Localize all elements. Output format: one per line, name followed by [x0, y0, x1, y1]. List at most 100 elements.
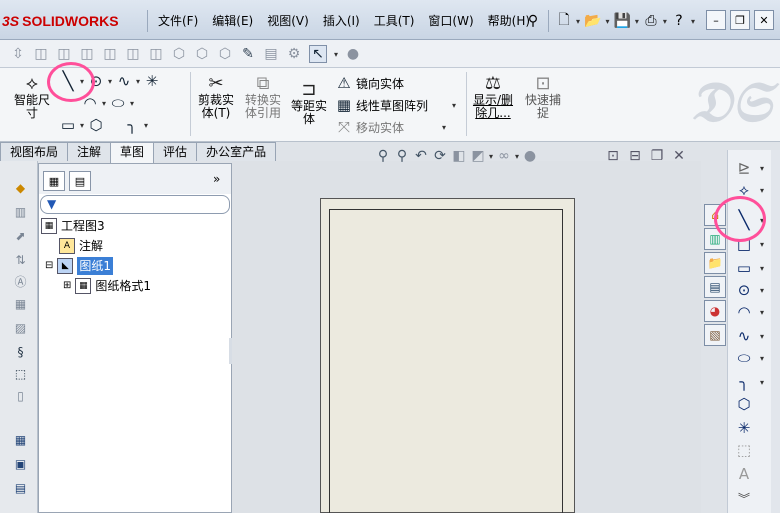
auxiliary-view-icon[interactable]: ⬈	[12, 227, 29, 244]
vertical-scrollbar[interactable]	[771, 150, 780, 513]
hide-show-icon[interactable]: ∞	[496, 148, 512, 164]
property-tab-icon[interactable]: ▤	[69, 171, 91, 191]
close-doc-icon[interactable]: ✕	[671, 148, 687, 164]
restore-icon[interactable]: ❐	[730, 10, 750, 30]
custom-properties-icon[interactable]: ▧	[704, 324, 726, 346]
view-palette-icon[interactable]: ▤	[704, 276, 726, 298]
zoom-to-area-icon[interactable]: ⚲	[394, 148, 410, 164]
arc-tool-icon[interactable]: ◠	[732, 302, 756, 322]
tab-evaluate[interactable]: 评估	[153, 142, 198, 161]
tab-view-layout[interactable]: 视图布局	[0, 142, 69, 161]
slot-icon[interactable]: ▭	[58, 115, 78, 135]
trim-entities-button[interactable]: ✂ 剪裁实 体(T)	[196, 74, 236, 120]
feature-tree-tab-icon[interactable]: ▦	[43, 171, 65, 191]
filter-input[interactable]: ▼	[40, 195, 230, 214]
spline-icon[interactable]: ∿	[114, 71, 134, 91]
polygon-icon[interactable]: ⬡	[86, 115, 106, 135]
print-icon[interactable]: ⎙	[643, 11, 659, 31]
tree-root[interactable]: ▦ 工程图3	[41, 217, 105, 235]
dimetric-icon[interactable]: ⬡	[217, 46, 233, 62]
close-icon[interactable]: ✕	[754, 10, 774, 30]
broken-out-section-icon[interactable]: ▨	[12, 319, 29, 336]
isometric-icon[interactable]: ⬡	[171, 46, 187, 62]
tab-sketch[interactable]: 草图	[110, 142, 155, 163]
pin-icon[interactable]: ⚲	[525, 11, 541, 31]
point-icon[interactable]: ✳	[142, 71, 162, 91]
table-icon[interactable]: ▦	[12, 431, 29, 448]
bom-icon[interactable]: ▣	[12, 455, 29, 472]
save-icon[interactable]: 💾	[613, 11, 630, 31]
convert-entities-button[interactable]: ⧉ 转换实 体引用	[242, 74, 284, 120]
centerline-icon[interactable]: ⬚	[732, 440, 756, 460]
section-view-icon[interactable]: ⇅	[12, 251, 29, 268]
back-view-icon[interactable]: ◫	[56, 46, 72, 62]
scene-icon[interactable]: ●	[522, 148, 538, 164]
appearance-icon[interactable]: ●	[345, 46, 361, 62]
front-view-icon[interactable]: ◫	[33, 46, 49, 62]
polygon-tool-icon[interactable]: ⬡	[732, 394, 756, 414]
new-doc-icon[interactable]: 🗋	[556, 11, 572, 31]
move-entities-button[interactable]: ⤧ 移动实体 ▾	[334, 117, 446, 137]
display-style-icon[interactable]: ◩	[470, 148, 486, 164]
right-view-icon[interactable]: ◫	[102, 46, 118, 62]
tree-item-annotations[interactable]: A 注解	[59, 237, 103, 255]
ellipse-icon[interactable]: ⬭	[108, 93, 128, 113]
projected-view-icon[interactable]: ▥	[12, 203, 29, 220]
expand-icon[interactable]: »	[213, 172, 220, 186]
layer-icon[interactable]: ▤	[263, 46, 279, 62]
expand-node-icon[interactable]: ⊞	[63, 277, 71, 295]
alternate-position-icon[interactable]: ▯	[12, 387, 29, 404]
circle-tool-icon[interactable]: ⊙	[732, 280, 756, 300]
open-folder-icon[interactable]: 📂	[584, 11, 601, 31]
fillet-icon[interactable]: ╮	[122, 115, 142, 135]
top-view-icon[interactable]: ◫	[125, 46, 141, 62]
minimize-doc-icon[interactable]: ⊟	[627, 148, 643, 164]
tab-office-products[interactable]: 办公室产品	[196, 142, 277, 161]
trimetric-icon[interactable]: ⬡	[194, 46, 210, 62]
smart-dimension-button[interactable]: ⟡ 智能尺 寸	[12, 74, 52, 120]
detail-view-icon[interactable]: Ⓐ	[12, 273, 29, 290]
tab-annotation[interactable]: 注解	[67, 142, 112, 161]
menu-tools[interactable]: 工具(T)	[367, 8, 422, 34]
zoom-to-fit-icon[interactable]: ⚲	[375, 148, 391, 164]
pen-icon[interactable]: ✎	[240, 46, 256, 62]
more-tools-icon[interactable]: ︾	[732, 488, 756, 508]
menu-view[interactable]: 视图(V)	[260, 8, 316, 34]
mirror-entities-button[interactable]: ⚠ 镜向实体	[334, 73, 404, 93]
restore-doc-icon[interactable]: ❐	[649, 148, 665, 164]
menu-edit[interactable]: 编辑(E)	[205, 8, 260, 34]
crop-view-icon[interactable]: ⬚	[12, 365, 29, 382]
left-view-icon[interactable]: ◫	[79, 46, 95, 62]
fillet-tool-icon[interactable]: ╮	[732, 372, 756, 392]
select-arrow-icon[interactable]: ↖	[309, 45, 327, 63]
standard-3-view-icon[interactable]: ▦	[12, 295, 29, 312]
tree-item-sheet[interactable]: ⊟ ◣ 图纸1	[45, 257, 114, 275]
rebuild-icon[interactable]: ⚙	[286, 46, 302, 62]
normal-to-icon[interactable]: ⇳	[10, 46, 26, 62]
break-icon[interactable]: §	[12, 343, 29, 360]
slot-tool-icon[interactable]: ▭	[732, 258, 756, 278]
point-tool-icon[interactable]: ✳	[732, 418, 756, 438]
model-view-icon[interactable]: ◆	[12, 179, 29, 196]
bottom-view-icon[interactable]: ◫	[148, 46, 164, 62]
menu-file[interactable]: 文件(F)	[151, 8, 205, 34]
file-explorer-icon[interactable]: 📁	[704, 252, 726, 274]
menu-window[interactable]: 窗口(W)	[421, 8, 480, 34]
menu-insert[interactable]: 插入(I)	[316, 8, 367, 34]
sketch-icon[interactable]: ⊵	[732, 158, 756, 178]
linear-pattern-button[interactable]: ▦ 线性草图阵列 ▾	[334, 95, 456, 115]
offset-entities-button[interactable]: ⊐ 等距实 体	[288, 80, 330, 126]
hole-table-icon[interactable]: ▤	[12, 479, 29, 496]
ellipse-tool-icon[interactable]: ⬭	[732, 348, 756, 368]
spline-tool-icon[interactable]: ∿	[732, 326, 756, 346]
section-icon[interactable]: ◧	[451, 148, 467, 164]
minimize-icon[interactable]: –	[706, 10, 726, 30]
tile-icon[interactable]: ⊡	[605, 148, 621, 164]
help-icon[interactable]: ?	[671, 11, 687, 31]
rebuild-view-icon[interactable]: ⟳	[432, 148, 448, 164]
tree-item-sheet-format[interactable]: ⊞ ▦ 图纸格式1	[63, 277, 151, 295]
quick-snaps-button[interactable]: ⊡ 快速捕 捉	[522, 74, 564, 120]
collapse-icon[interactable]: ⊟	[45, 257, 53, 275]
display-delete-relations-button[interactable]: ⚖ 显示/删 除几...	[470, 74, 516, 120]
appearances-icon[interactable]: ◕	[704, 300, 726, 322]
